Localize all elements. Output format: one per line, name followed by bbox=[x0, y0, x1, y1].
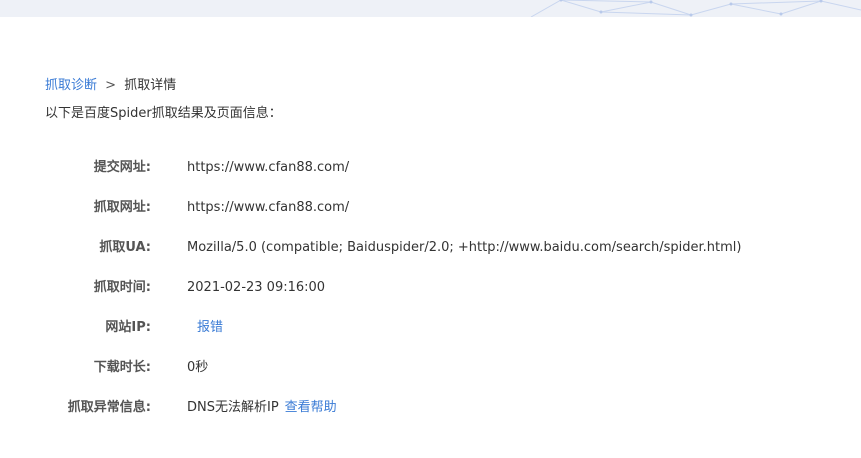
breadcrumb-separator: > bbox=[105, 78, 117, 93]
crawl-time-label: 抓取时间: bbox=[93, 280, 151, 295]
download-time-value: 0秒 bbox=[187, 360, 209, 375]
breadcrumb: 抓取诊断 > 抓取详情 bbox=[45, 77, 176, 95]
network-decoration-icon bbox=[530, 0, 861, 17]
report-error-link[interactable]: 报错 bbox=[197, 320, 223, 335]
crawl-ua-label: 抓取UA: bbox=[99, 240, 151, 255]
info-row-download-time: 下载时长: 0秒 bbox=[0, 348, 861, 388]
info-row-site-ip: 网站IP: 报错 bbox=[0, 308, 861, 348]
crawl-error-value-container: DNS无法解析IP 查看帮助 bbox=[187, 398, 337, 418]
crawl-error-label: 抓取异常信息: bbox=[67, 400, 151, 415]
crawl-info-table: 提交网址: https://www.cfan88.com/ 抓取网址: http… bbox=[0, 148, 861, 428]
top-banner bbox=[0, 0, 861, 17]
info-row-submit-url: 提交网址: https://www.cfan88.com/ bbox=[0, 148, 861, 188]
crawl-time-value: 2021-02-23 09:16:00 bbox=[187, 280, 326, 295]
crawl-ua-value: Mozilla/5.0 (compatible; Baiduspider/2.0… bbox=[187, 240, 742, 255]
submit-url-label: 提交网址: bbox=[93, 160, 151, 175]
info-row-crawl-ua: 抓取UA: Mozilla/5.0 (compatible; Baiduspid… bbox=[0, 228, 861, 268]
site-ip-value-container: 报错 bbox=[187, 318, 223, 338]
crawl-url-label: 抓取网址: bbox=[93, 200, 151, 215]
info-row-crawl-time: 抓取时间: 2021-02-23 09:16:00 bbox=[0, 268, 861, 308]
info-row-crawl-url: 抓取网址: https://www.cfan88.com/ bbox=[0, 188, 861, 228]
breadcrumb-current: 抓取详情 bbox=[124, 78, 177, 93]
crawl-error-value: DNS无法解析IP bbox=[187, 400, 279, 415]
submit-url-value: https://www.cfan88.com/ bbox=[187, 160, 350, 175]
crawl-url-value: https://www.cfan88.com/ bbox=[187, 200, 350, 215]
breadcrumb-link-crawl-diagnosis[interactable]: 抓取诊断 bbox=[45, 78, 97, 93]
view-help-link[interactable]: 查看帮助 bbox=[285, 400, 337, 415]
download-time-label: 下载时长: bbox=[93, 360, 151, 375]
info-row-crawl-error: 抓取异常信息: DNS无法解析IP 查看帮助 bbox=[0, 388, 861, 428]
site-ip-label: 网站IP: bbox=[105, 320, 151, 335]
page-subtitle: 以下是百度Spider抓取结果及页面信息： bbox=[45, 106, 282, 121]
